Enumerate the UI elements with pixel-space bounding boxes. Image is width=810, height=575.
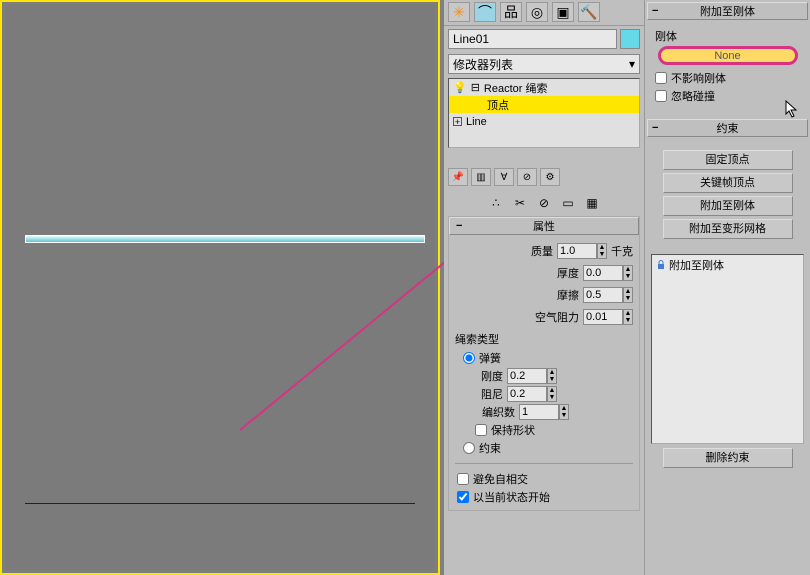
no-affect-rigid-checkbox[interactable]: [655, 72, 667, 84]
radio-constraint-label: 约束: [479, 440, 501, 456]
damping-input[interactable]: [507, 386, 547, 402]
damping-spinner[interactable]: ▲▼: [507, 386, 557, 402]
rollout-properties: − 属性 质量 ▲▼ 千克 厚度 ▲▼ 摩擦: [448, 216, 640, 511]
ground-line: [25, 503, 415, 504]
air-spinner[interactable]: ▲▼: [583, 309, 633, 325]
weave-label: 编织数: [475, 404, 515, 420]
keyframe-vertex-button[interactable]: 关键帧顶点: [663, 173, 793, 193]
lock-icon: [656, 260, 666, 270]
air-input[interactable]: [583, 309, 623, 325]
avoid-self-label: 避免自相交: [473, 471, 528, 487]
element-icon[interactable]: ▦: [583, 194, 601, 212]
scissors-icon[interactable]: ✂: [511, 194, 529, 212]
show-end-icon[interactable]: ▥: [471, 168, 491, 186]
spline-icon[interactable]: ▭: [559, 194, 577, 212]
mass-input[interactable]: [557, 243, 597, 259]
stack-row-reactor[interactable]: 💡 ⊟ Reactor 绳索: [449, 79, 639, 96]
start-current-checkbox[interactable]: [457, 491, 469, 503]
mass-label: 质量: [531, 243, 553, 259]
subobject-row: ∴ ✂ ⊘ ▭ ▦: [448, 192, 640, 214]
modify-panel: ✳ ⌒ 品 ◎ ▣ 🔨 修改器列表 ▾ 💡 ⊟ Reactor 绳索 顶点 + …: [444, 0, 644, 575]
pin-icon[interactable]: 📌: [448, 168, 468, 186]
expand-icon: ⊟: [471, 81, 480, 94]
friction-spinner[interactable]: ▲▼: [583, 287, 633, 303]
friction-input[interactable]: [583, 287, 623, 303]
modifier-list-dropdown[interactable]: 修改器列表 ▾: [448, 54, 640, 74]
air-label: 空气阻力: [535, 309, 579, 325]
object-name-input[interactable]: [448, 29, 617, 49]
stack-row-vertex[interactable]: 顶点: [449, 96, 639, 113]
list-item[interactable]: 附加至刚体: [656, 257, 799, 273]
modifier-list-label: 修改器列表: [453, 56, 513, 73]
attach-rigid-button[interactable]: 附加至刚体: [663, 196, 793, 216]
hierarchy-tab-icon[interactable]: 品: [500, 2, 522, 22]
stiffness-input[interactable]: [507, 368, 547, 384]
start-current-label: 以当前状态开始: [473, 489, 550, 505]
thickness-spinner[interactable]: ▲▼: [583, 265, 633, 281]
rollout-title: 属性: [533, 218, 555, 234]
stack-tool-row: 📌 ▥ ∀ ⊘ ⚙: [448, 168, 640, 188]
rigidbody-label: 刚体: [655, 28, 804, 44]
stiffness-spinner[interactable]: ▲▼: [507, 368, 557, 384]
rollout-header-properties[interactable]: − 属性: [449, 217, 639, 235]
far-right-panel: − 附加至刚体 刚体 None 不影响刚体 忽略碰撞 − 约束 固定顶点 关键帧…: [644, 0, 810, 575]
constraint-listbox[interactable]: 附加至刚体: [651, 254, 804, 444]
weave-spinner[interactable]: ▲▼: [519, 404, 569, 420]
attach-deform-button[interactable]: 附加至变形网格: [663, 219, 793, 239]
fix-vertex-button[interactable]: 固定顶点: [663, 150, 793, 170]
subobject-label: 顶点: [487, 97, 509, 113]
radio-constraint[interactable]: [463, 442, 475, 454]
stack-row-line[interactable]: + Line: [449, 113, 639, 130]
bulb-icon: 💡: [453, 81, 467, 94]
constraint-title: 约束: [717, 120, 739, 136]
damping-label: 阻尼: [475, 386, 503, 402]
viewport[interactable]: [0, 0, 440, 575]
none-button[interactable]: None: [658, 46, 798, 65]
create-tab-icon[interactable]: ✳: [448, 2, 470, 22]
thickness-label: 厚度: [557, 265, 579, 281]
base-label: Line: [466, 116, 487, 128]
preserve-shape-checkbox[interactable]: [475, 424, 487, 436]
attach-title: 附加至刚体: [700, 3, 755, 19]
plus-icon: +: [453, 117, 462, 126]
utilities-tab-icon[interactable]: 🔨: [578, 2, 600, 22]
vertex-icon[interactable]: ∴: [487, 194, 505, 212]
remove-icon[interactable]: ⊘: [517, 168, 537, 186]
ignore-collision-checkbox[interactable]: [655, 90, 667, 102]
beam-object[interactable]: [25, 235, 425, 243]
thickness-input[interactable]: [583, 265, 623, 281]
rope-type-label: 绳索类型: [455, 331, 633, 347]
mass-spinner[interactable]: ▲▼: [557, 243, 607, 259]
list-item-label: 附加至刚体: [669, 257, 724, 273]
weave-input[interactable]: [519, 404, 559, 420]
avoid-self-checkbox[interactable]: [457, 473, 469, 485]
stack-label: Reactor 绳索: [484, 80, 548, 96]
motion-tab-icon[interactable]: ◎: [526, 2, 548, 22]
modifier-stack[interactable]: 💡 ⊟ Reactor 绳索 顶点 + Line: [448, 78, 640, 148]
unique-icon[interactable]: ∀: [494, 168, 514, 186]
command-panel-tabs: ✳ ⌒ 品 ◎ ▣ 🔨: [444, 0, 644, 26]
viewport-inner: [5, 5, 435, 570]
object-color-swatch[interactable]: [620, 29, 640, 49]
display-tab-icon[interactable]: ▣: [552, 2, 574, 22]
constraint-header[interactable]: − 约束: [647, 119, 808, 137]
mass-unit: 千克: [611, 243, 633, 259]
attach-header[interactable]: − 附加至刚体: [647, 2, 808, 20]
ignore-collision-label: 忽略碰撞: [671, 88, 715, 104]
radio-spring-label: 弹簧: [479, 350, 501, 366]
friction-label: 摩擦: [557, 287, 579, 303]
modify-tab-icon[interactable]: ⌒: [474, 2, 496, 22]
delete-constraint-button[interactable]: 删除约束: [663, 448, 793, 468]
stiffness-label: 刚度: [475, 368, 503, 384]
no-affect-rigid-label: 不影响刚体: [671, 70, 726, 86]
radio-spring[interactable]: [463, 352, 475, 364]
segment-icon[interactable]: ⊘: [535, 194, 553, 212]
configure-icon[interactable]: ⚙: [540, 168, 560, 186]
preserve-shape-label: 保持形状: [491, 422, 535, 438]
dropdown-arrow-icon: ▾: [629, 57, 635, 71]
none-text: None: [714, 50, 740, 62]
